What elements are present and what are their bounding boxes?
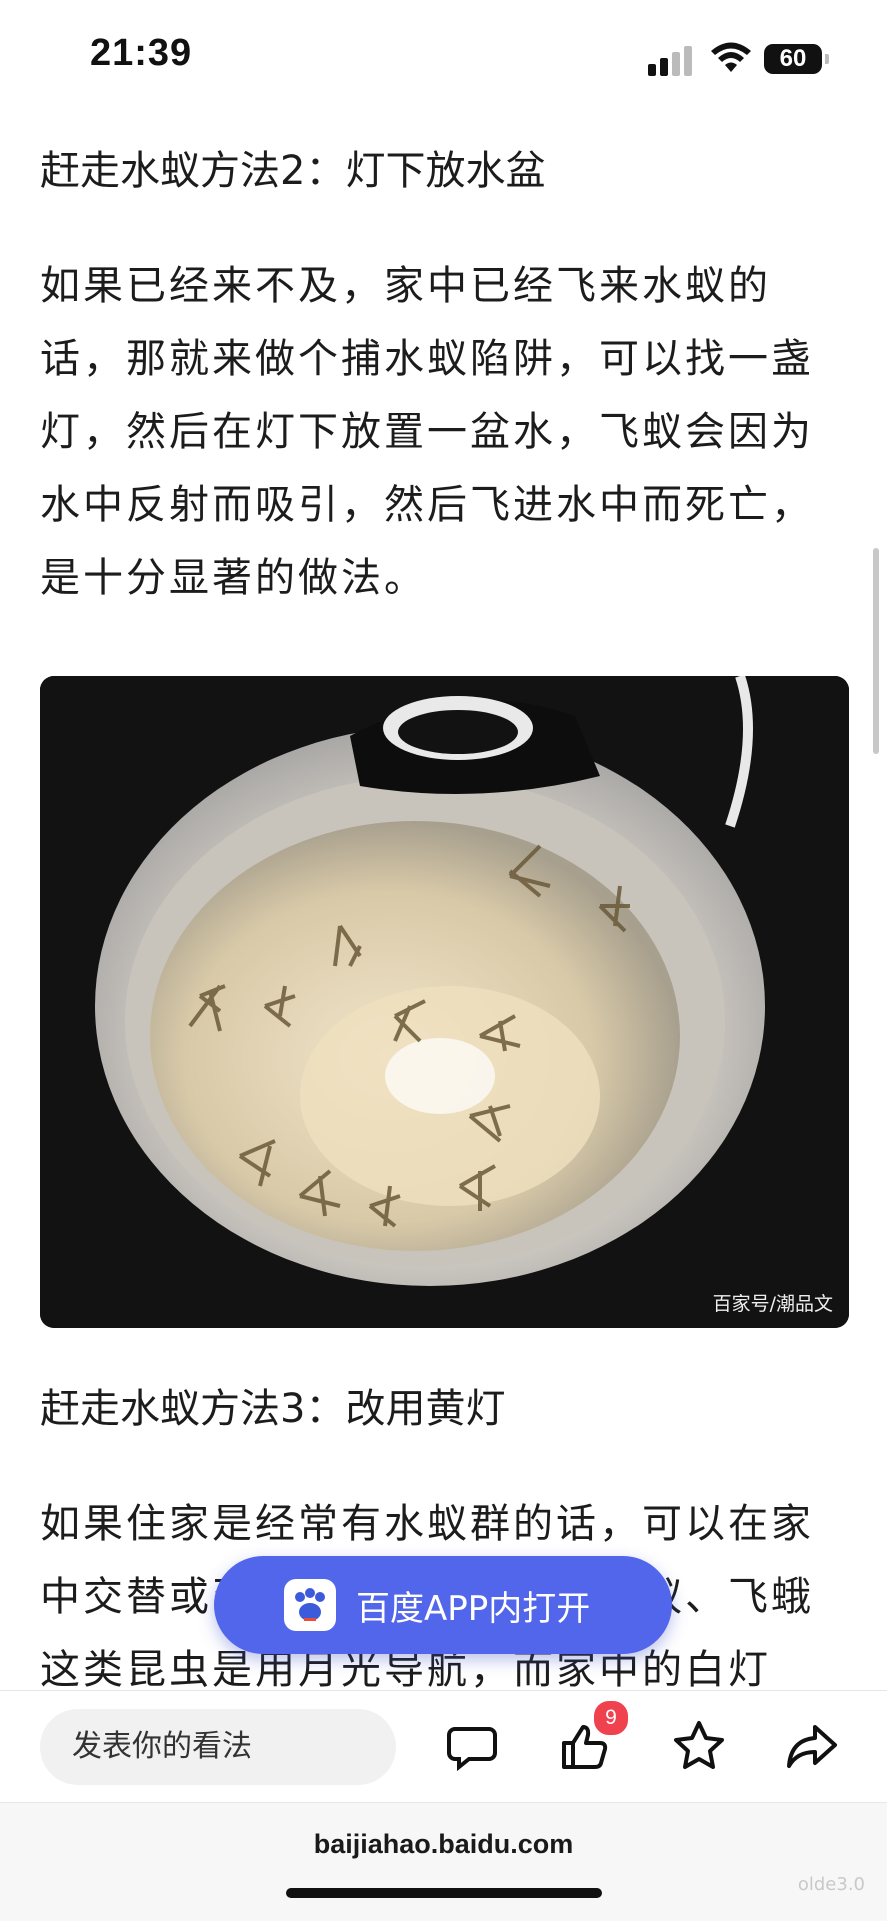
section-heading-2: 赶走水蚁方法2：灯下放水盆 xyxy=(40,148,546,194)
browser-url-bar[interactable]: baijiahao.baidu.com xyxy=(0,1802,887,1921)
comment-input[interactable]: 发表你的看法 xyxy=(40,1709,396,1785)
share-icon[interactable] xyxy=(783,1717,841,1775)
section-heading-3: 赶走水蚁方法3：改用黄灯 xyxy=(40,1386,506,1432)
battery-indicator: 60 xyxy=(764,44,822,74)
battery-tip xyxy=(825,54,829,64)
baidu-paw-icon xyxy=(284,1579,336,1631)
status-bar: 21:39 60 xyxy=(0,0,887,120)
open-in-baidu-app-button[interactable]: 百度APP内打开 xyxy=(214,1556,672,1654)
article-content: 赶走水蚁方法2：灯下放水盆 如果已经来不及，家中已经飞来水蚁的话，那就来做个捕水… xyxy=(40,120,850,615)
open-in-app-label: 百度APP内打开 xyxy=(356,1588,591,1629)
corner-watermark: olde3.0 xyxy=(797,1874,865,1895)
article-image[interactable]: 百家号/潮品文 xyxy=(40,676,849,1328)
wifi-icon xyxy=(711,42,751,72)
article-content-continued: 赶走水蚁方法3：改用黄灯 如果住家是经常有水蚁群的话，可以在家中交替或改用黄色灯… xyxy=(40,1362,850,1707)
star-icon[interactable] xyxy=(670,1717,728,1775)
comment-icon[interactable] xyxy=(443,1717,501,1775)
status-time: 21:39 xyxy=(90,32,193,74)
paragraph-2: 如果已经来不及，家中已经飞来水蚁的话，那就来做个捕水蚁陷阱，可以找一盏灯，然后在… xyxy=(40,263,814,601)
scrollbar[interactable] xyxy=(873,548,879,754)
url-text[interactable]: baijiahao.baidu.com xyxy=(0,1829,887,1860)
basin-with-termites-image xyxy=(40,676,849,1328)
like-count-badge: 9 xyxy=(592,1699,630,1737)
bottom-action-bar: 发表你的看法 9 xyxy=(0,1690,887,1803)
image-watermark: 百家号/潮品文 xyxy=(712,1293,833,1315)
home-indicator[interactable] xyxy=(286,1888,602,1898)
cellular-signal-icon xyxy=(648,46,692,76)
